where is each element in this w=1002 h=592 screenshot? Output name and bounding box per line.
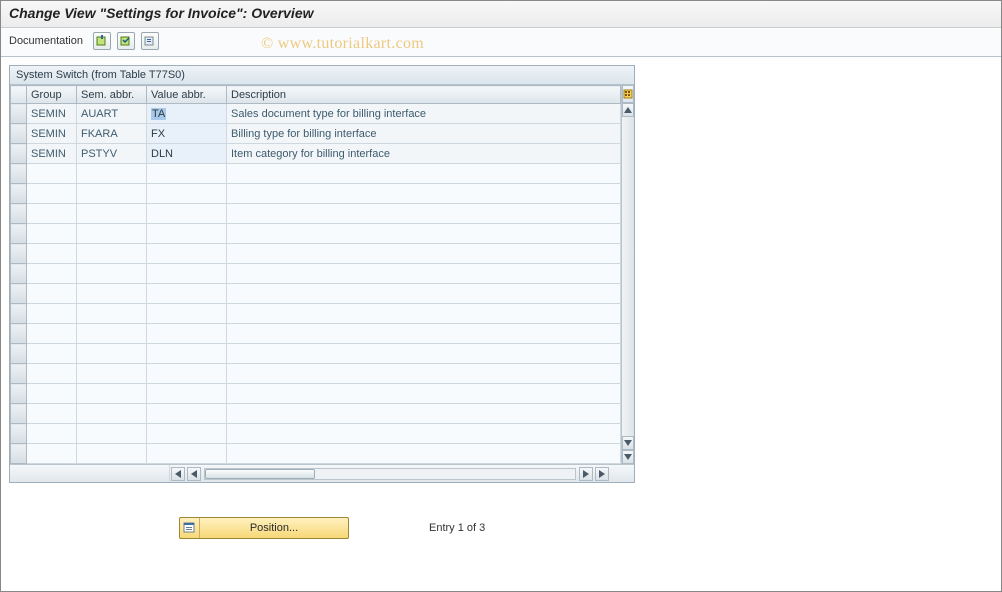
row-selector[interactable] [11,144,27,164]
cell-group: SEMIN [27,104,77,124]
vertical-scrollbar[interactable] [621,85,634,464]
table-row[interactable] [11,424,621,444]
row-selector[interactable] [11,284,27,304]
table-row[interactable] [11,224,621,244]
table-row[interactable] [11,184,621,204]
table-row[interactable] [11,344,621,364]
scroll-down-icon[interactable] [622,436,634,450]
table-row[interactable] [11,204,621,224]
hscroll-right-page-icon[interactable] [595,467,609,481]
row-selector[interactable] [11,424,27,444]
column-header-group[interactable]: Group [27,86,77,104]
position-button[interactable]: Position... [179,517,349,539]
footer-row: Position... Entry 1 of 3 [179,517,993,539]
column-header-select[interactable] [11,86,27,104]
table-row[interactable] [11,444,621,464]
scroll-track[interactable] [622,117,634,436]
scroll-down-page-icon[interactable] [622,450,634,464]
content-area: System Switch (from Table T77S0) Group S… [1,57,1001,547]
table-row[interactable] [11,244,621,264]
cell-desc: Sales document type for billing interfac… [227,104,621,124]
table-row[interactable]: SEMIN FKARA FX Billing type for billing … [11,124,621,144]
row-selector[interactable] [11,364,27,384]
hscroll-right-icon[interactable] [579,467,593,481]
grid-main: Group Sem. abbr. Value abbr. Description… [10,85,621,464]
row-selector[interactable] [11,304,27,324]
table-body: SEMIN AUART TA Sales document type for b… [11,104,621,464]
row-selector[interactable] [11,124,27,144]
table-row[interactable] [11,404,621,424]
table-row[interactable] [11,384,621,404]
toolbar-button-save-icon[interactable] [117,32,135,50]
row-selector[interactable] [11,204,27,224]
column-header-sem[interactable]: Sem. abbr. [77,86,147,104]
hscroll-thumb[interactable] [205,469,315,479]
row-selector[interactable] [11,324,27,344]
cell-sem: PSTYV [77,144,147,164]
row-selector[interactable] [11,224,27,244]
table-config-icon[interactable] [622,85,634,103]
entry-counter: Entry 1 of 3 [429,522,485,534]
page-title: Change View "Settings for Invoice": Over… [9,5,993,21]
row-selector[interactable] [11,244,27,264]
column-header-desc[interactable]: Description [227,86,621,104]
scroll-up-icon[interactable] [622,103,634,117]
toolbar: Documentation [1,28,1001,57]
table-row[interactable]: SEMIN PSTYV DLN Item category for billin… [11,144,621,164]
cell-sem: FKARA [77,124,147,144]
table-row[interactable] [11,164,621,184]
grid: Group Sem. abbr. Value abbr. Description… [10,85,634,464]
cell-desc: Billing type for billing interface [227,124,621,144]
table-panel: System Switch (from Table T77S0) Group S… [9,65,635,483]
cell-val[interactable]: DLN [147,144,227,164]
hscroll-left-page-icon[interactable] [171,467,185,481]
cell-sem: AUART [77,104,147,124]
row-selector[interactable] [11,184,27,204]
table-row[interactable]: SEMIN AUART TA Sales document type for b… [11,104,621,124]
table-row[interactable] [11,324,621,344]
table-row[interactable] [11,284,621,304]
row-selector[interactable] [11,344,27,364]
cell-group: SEMIN [27,144,77,164]
cell-val[interactable]: TA [147,104,227,124]
toolbar-button-other-icon[interactable] [141,32,159,50]
hscroll-track[interactable] [204,468,576,480]
documentation-link[interactable]: Documentation [9,35,83,47]
hscroll-pad [10,465,170,482]
row-selector[interactable] [11,404,27,424]
data-table: Group Sem. abbr. Value abbr. Description… [10,85,621,464]
toolbar-button-change-icon[interactable] [93,32,111,50]
horizontal-scrollbar[interactable] [10,464,634,482]
row-selector[interactable] [11,264,27,284]
panel-title: System Switch (from Table T77S0) [10,66,634,85]
row-selector[interactable] [11,164,27,184]
row-selector[interactable] [11,444,27,464]
hscroll-left-icon[interactable] [187,467,201,481]
table-row[interactable] [11,364,621,384]
row-selector[interactable] [11,384,27,404]
position-label: Position... [200,522,348,534]
table-row[interactable] [11,304,621,324]
cell-val[interactable]: FX [147,124,227,144]
cell-desc: Item category for billing interface [227,144,621,164]
table-row[interactable] [11,264,621,284]
cell-group: SEMIN [27,124,77,144]
row-selector[interactable] [11,104,27,124]
column-header-val[interactable]: Value abbr. [147,86,227,104]
position-icon [180,518,200,538]
title-bar: Change View "Settings for Invoice": Over… [1,1,1001,28]
